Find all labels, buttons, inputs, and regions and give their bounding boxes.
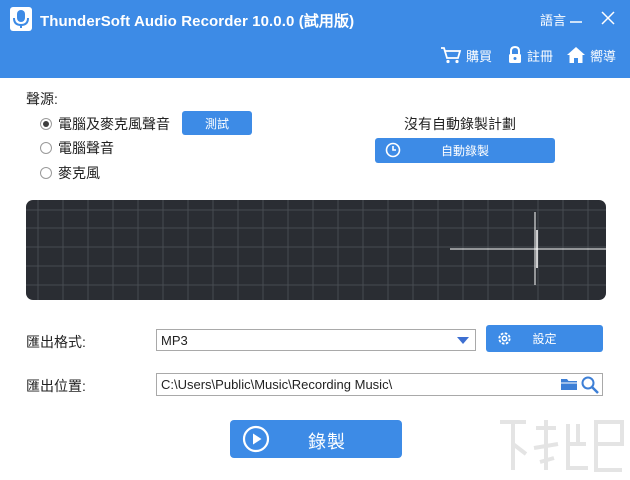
source-option-mic[interactable]: 麥克風 (40, 163, 100, 183)
settings-label: 設定 (532, 332, 557, 346)
register-label: 註冊 (527, 48, 554, 64)
close-icon[interactable] (598, 8, 618, 28)
buy-button[interactable]: 購買 (440, 44, 492, 66)
source-option-label: 電腦及麥克風聲音 (58, 116, 170, 132)
microphone-icon (10, 7, 32, 31)
register-button[interactable]: 註冊 (507, 44, 553, 66)
folder-icon[interactable] (560, 375, 578, 393)
language-menu[interactable]: 語言 (540, 10, 566, 29)
schedule-status: 沒有自動錄製計劃 (404, 116, 516, 132)
source-label: 聲源: (26, 91, 58, 107)
lock-icon (509, 46, 521, 63)
auto-record-button[interactable]: 自動錄製 (375, 138, 555, 163)
source-option-computer-and-mic[interactable]: 電腦及麥克風聲音 (40, 114, 170, 134)
location-input[interactable]: C:\Users\Public\Music\Recording Music\ (156, 373, 603, 396)
location-value: C:\Users\Public\Music\Recording Music\ (161, 377, 393, 392)
title-bar: ThunderSoft Audio Recorder 10.0.0 (試用版) … (0, 0, 630, 78)
record-label: 錄製 (308, 432, 346, 452)
watermark-logo (500, 420, 624, 472)
source-option-label: 電腦聲音 (58, 140, 114, 156)
radio-icon (40, 118, 52, 130)
minimize-icon[interactable] (566, 8, 586, 28)
buy-label: 購買 (466, 48, 493, 64)
radio-icon (40, 142, 52, 154)
guide-label: 嚮導 (590, 48, 617, 64)
gear-icon (498, 332, 511, 345)
audio-visualizer (26, 200, 606, 300)
record-button[interactable]: 錄製 (230, 420, 402, 458)
test-button[interactable]: 測試 (182, 111, 252, 135)
cart-icon (441, 47, 462, 64)
radio-icon (40, 167, 52, 179)
app-title: ThunderSoft Audio Recorder 10.0.0 (試用版) (40, 13, 355, 30)
format-select[interactable]: MP3 (156, 329, 476, 351)
auto-record-label: 自動錄製 (440, 144, 489, 158)
clock-icon (385, 142, 401, 158)
chevron-down-icon (457, 337, 469, 344)
format-label: 匯出格式: (26, 334, 86, 350)
search-icon[interactable] (580, 375, 600, 395)
play-circle-icon (242, 425, 270, 453)
format-value: MP3 (161, 332, 188, 348)
guide-button[interactable]: 嚮導 (566, 44, 616, 66)
home-icon (567, 47, 585, 63)
location-label: 匯出位置: (26, 378, 86, 394)
settings-button[interactable]: 設定 (486, 325, 603, 352)
source-option-computer[interactable]: 電腦聲音 (40, 138, 114, 158)
source-option-label: 麥克風 (58, 165, 100, 181)
visualizer-grid (26, 200, 606, 300)
